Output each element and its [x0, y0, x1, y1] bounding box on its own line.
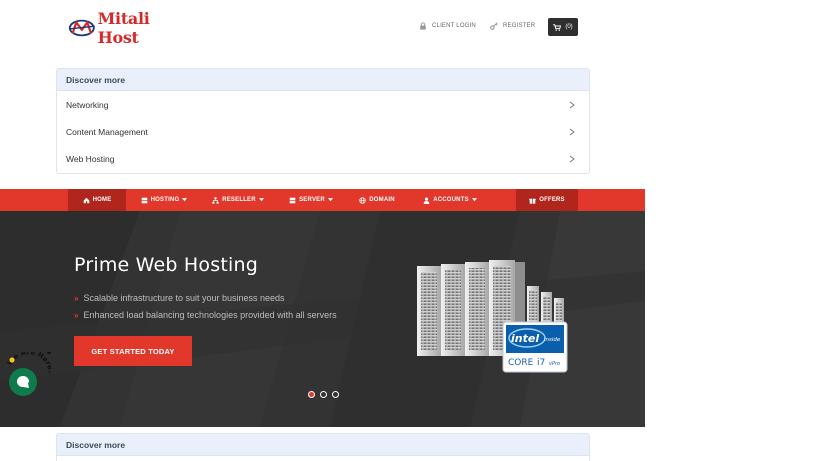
discover-item-label: Web Hosting — [66, 153, 115, 164]
cart-button[interactable]: (0) — [548, 18, 578, 36]
slider-dot-3[interactable] — [332, 391, 339, 398]
hero-bullet: » Enhanced load balancing technologies p… — [74, 310, 337, 320]
chat-button[interactable] — [9, 368, 37, 396]
nav-domain[interactable]: DOMAIN — [354, 189, 400, 211]
chevron-right-icon — [569, 101, 575, 108]
cart-icon — [553, 23, 562, 31]
discover-more-title: Discover more — [57, 69, 589, 91]
wave-emoji-icon — [9, 357, 15, 363]
caret-down-icon — [471, 198, 477, 202]
hero-bullet-text: Scalable infrastructure to suit your bus… — [83, 293, 285, 303]
hero-title: Prime Web Hosting — [74, 254, 258, 276]
nav-domain-label: DOMAIN — [369, 197, 395, 203]
intel-inside-text: inside — [544, 337, 561, 343]
page: Mitali Host CLIENT LOGIN REGISTER (0) Di… — [0, 0, 820, 461]
logo-text: Mitali Host — [97, 9, 150, 47]
discover-item-label: Content Management — [66, 126, 148, 137]
nav-accounts[interactable]: ACCOUNTS — [420, 189, 480, 211]
cart-count: (0) — [565, 24, 573, 30]
chevron-right-icon — [569, 128, 575, 135]
register-link[interactable]: REGISTER — [490, 22, 535, 30]
key-icon — [490, 22, 498, 30]
discover-item-content-management[interactable]: Content Management — [57, 118, 589, 145]
nav-offers-label: OFFERS — [539, 197, 565, 203]
nav-server[interactable]: SERVER — [286, 189, 336, 211]
logo-mark-icon — [68, 19, 95, 37]
discover-more-panel-bottom: Discover more — [56, 433, 590, 461]
intel-logo-text: intel — [511, 332, 539, 345]
caret-down-icon — [258, 198, 264, 202]
double-chevron-icon: » — [74, 293, 79, 303]
hero-bullet: » Scalable infrastructure to suit your b… — [74, 293, 285, 303]
nav-hosting-label: HOSTING — [150, 197, 180, 203]
main-nav: HOME HOSTING RESELLER SERVER DOMAIN ACCO… — [0, 189, 645, 211]
intel-vpro-text: vPro — [549, 361, 560, 367]
client-login-label: CLIENT LOGIN — [432, 23, 476, 29]
client-login-link[interactable]: CLIENT LOGIN — [419, 22, 476, 30]
nav-accounts-label: ACCOUNTS — [433, 197, 469, 203]
globe-icon — [359, 196, 366, 204]
hero-bullet-text: Enhanced load balancing technologies pro… — [83, 310, 337, 320]
discover-item-label: Networking — [66, 99, 109, 110]
register-label: REGISTER — [503, 23, 536, 29]
discover-item-web-hosting[interactable]: Web Hosting — [57, 145, 589, 172]
server-icon — [289, 197, 296, 203]
chevron-right-icon — [569, 155, 575, 162]
discover-item-networking[interactable]: Networking — [57, 91, 589, 118]
discover-more-title: Discover more — [57, 434, 589, 456]
nav-home[interactable]: HOME — [68, 189, 126, 211]
slider-dot-2[interactable] — [320, 391, 327, 398]
server-rack-illustration: intel inside CORE i7 vPro — [417, 260, 568, 373]
nav-offers[interactable]: OFFERS — [516, 189, 578, 211]
caret-down-icon — [182, 198, 188, 202]
nav-hosting[interactable]: HOSTING — [136, 189, 192, 211]
home-icon — [83, 197, 89, 203]
server-icon — [141, 197, 147, 203]
nav-home-label: HOME — [92, 197, 112, 203]
intel-model-text: i7 — [537, 358, 545, 368]
lock-icon — [420, 22, 426, 30]
intel-core-text: CORE — [508, 358, 534, 368]
close-dot-icon[interactable] — [47, 352, 51, 354]
nav-reseller[interactable]: RESELLER — [208, 189, 268, 211]
chat-icon — [17, 376, 29, 388]
slider-dot-1[interactable] — [308, 391, 315, 398]
get-started-button[interactable]: GET STARTED TODAY — [74, 336, 192, 366]
gift-icon — [529, 198, 536, 204]
sitemap-icon — [212, 196, 219, 204]
user-icon — [423, 197, 430, 204]
logo[interactable]: Mitali Host — [68, 9, 188, 47]
caret-down-icon — [327, 198, 333, 202]
discover-more-panel: Discover more Networking Content Managem… — [56, 68, 590, 174]
nav-reseller-label: RESELLER — [222, 197, 256, 203]
slider-pagination — [308, 391, 339, 398]
hero-banner: Prime Web Hosting » Scalable infrastruct… — [0, 211, 645, 427]
double-chevron-icon: » — [74, 310, 79, 320]
nav-server-label: SERVER — [299, 197, 325, 203]
